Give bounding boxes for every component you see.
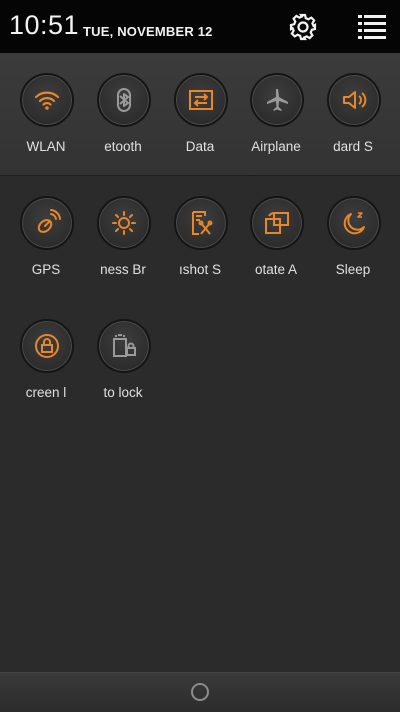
- toggle-airplane[interactable]: Airplane: [238, 73, 314, 183]
- toggle-sound-button[interactable]: [327, 73, 381, 127]
- toggle-brightness-button[interactable]: [97, 196, 151, 250]
- auto-lock-icon: [113, 334, 136, 357]
- rotate-icon: [265, 212, 289, 234]
- toggle-brightness[interactable]: ness Br: [85, 196, 161, 306]
- toggle-label: to lock: [103, 385, 143, 400]
- wifi-icon: [34, 91, 60, 110]
- toggle-rotate-button[interactable]: [250, 196, 304, 250]
- list-icon[interactable]: [356, 12, 388, 42]
- toggle-data-button[interactable]: [174, 73, 228, 127]
- toggle-label: WLAN: [26, 139, 66, 154]
- toggle-label: ıshot S: [178, 262, 222, 277]
- toggle-screen-lock[interactable]: creen l: [8, 319, 84, 429]
- toggle-rotate[interactable]: otate A: [238, 196, 314, 306]
- toggle-screenshot[interactable]: ıshot S: [162, 196, 238, 306]
- toggle-bluetooth[interactable]: etooth: [85, 73, 161, 183]
- sleep-icon: [343, 212, 365, 235]
- toggle-sleep[interactable]: Sleep: [315, 196, 391, 306]
- toggle-label: GPS: [31, 262, 61, 277]
- toggle-label: otate A: [254, 262, 298, 277]
- date-text: TUE, NOVEMBER 12: [83, 24, 213, 39]
- brightness-icon: [112, 211, 136, 235]
- gear-icon[interactable]: [288, 12, 318, 42]
- toggle-airplane-button[interactable]: [250, 73, 304, 127]
- toggle-label: creen l: [25, 385, 67, 400]
- data-icon: [189, 90, 213, 110]
- toggle-data[interactable]: Data: [162, 73, 238, 183]
- toggle-wlan-button[interactable]: [20, 73, 74, 127]
- toggle-screenshot-button[interactable]: [174, 196, 228, 250]
- sound-icon: [343, 91, 367, 109]
- airplane-icon: [267, 89, 288, 111]
- clock-time: 10:51: [9, 10, 80, 40]
- toggle-wlan[interactable]: WLAN: [8, 73, 84, 183]
- screenshot-icon: [192, 211, 213, 235]
- toggle-auto-lock[interactable]: to lock: [85, 319, 161, 429]
- toggle-label: ness Br: [100, 262, 146, 277]
- toggle-label: dard S: [333, 139, 373, 154]
- gps-icon: [37, 209, 61, 233]
- toggle-gps-button[interactable]: [20, 196, 74, 250]
- toggle-auto-lock-button[interactable]: [97, 319, 151, 373]
- bluetooth-icon: [117, 88, 131, 112]
- toggle-label: Airplane: [251, 139, 301, 154]
- toggle-screen-lock-button[interactable]: [20, 319, 74, 373]
- status-bar: 10:51 TUE, NOVEMBER 12: [0, 0, 400, 53]
- toggle-sound[interactable]: dard S: [315, 73, 391, 183]
- toggle-bluetooth-button[interactable]: [97, 73, 151, 127]
- toggle-gps[interactable]: GPS: [8, 196, 84, 306]
- toggle-label: Data: [185, 139, 215, 154]
- home-handle-icon[interactable]: [191, 683, 209, 701]
- toggle-label: etooth: [104, 139, 142, 154]
- toggle-sleep-button[interactable]: [327, 196, 381, 250]
- toggle-label: Sleep: [335, 262, 371, 277]
- screen-lock-icon: [35, 334, 59, 358]
